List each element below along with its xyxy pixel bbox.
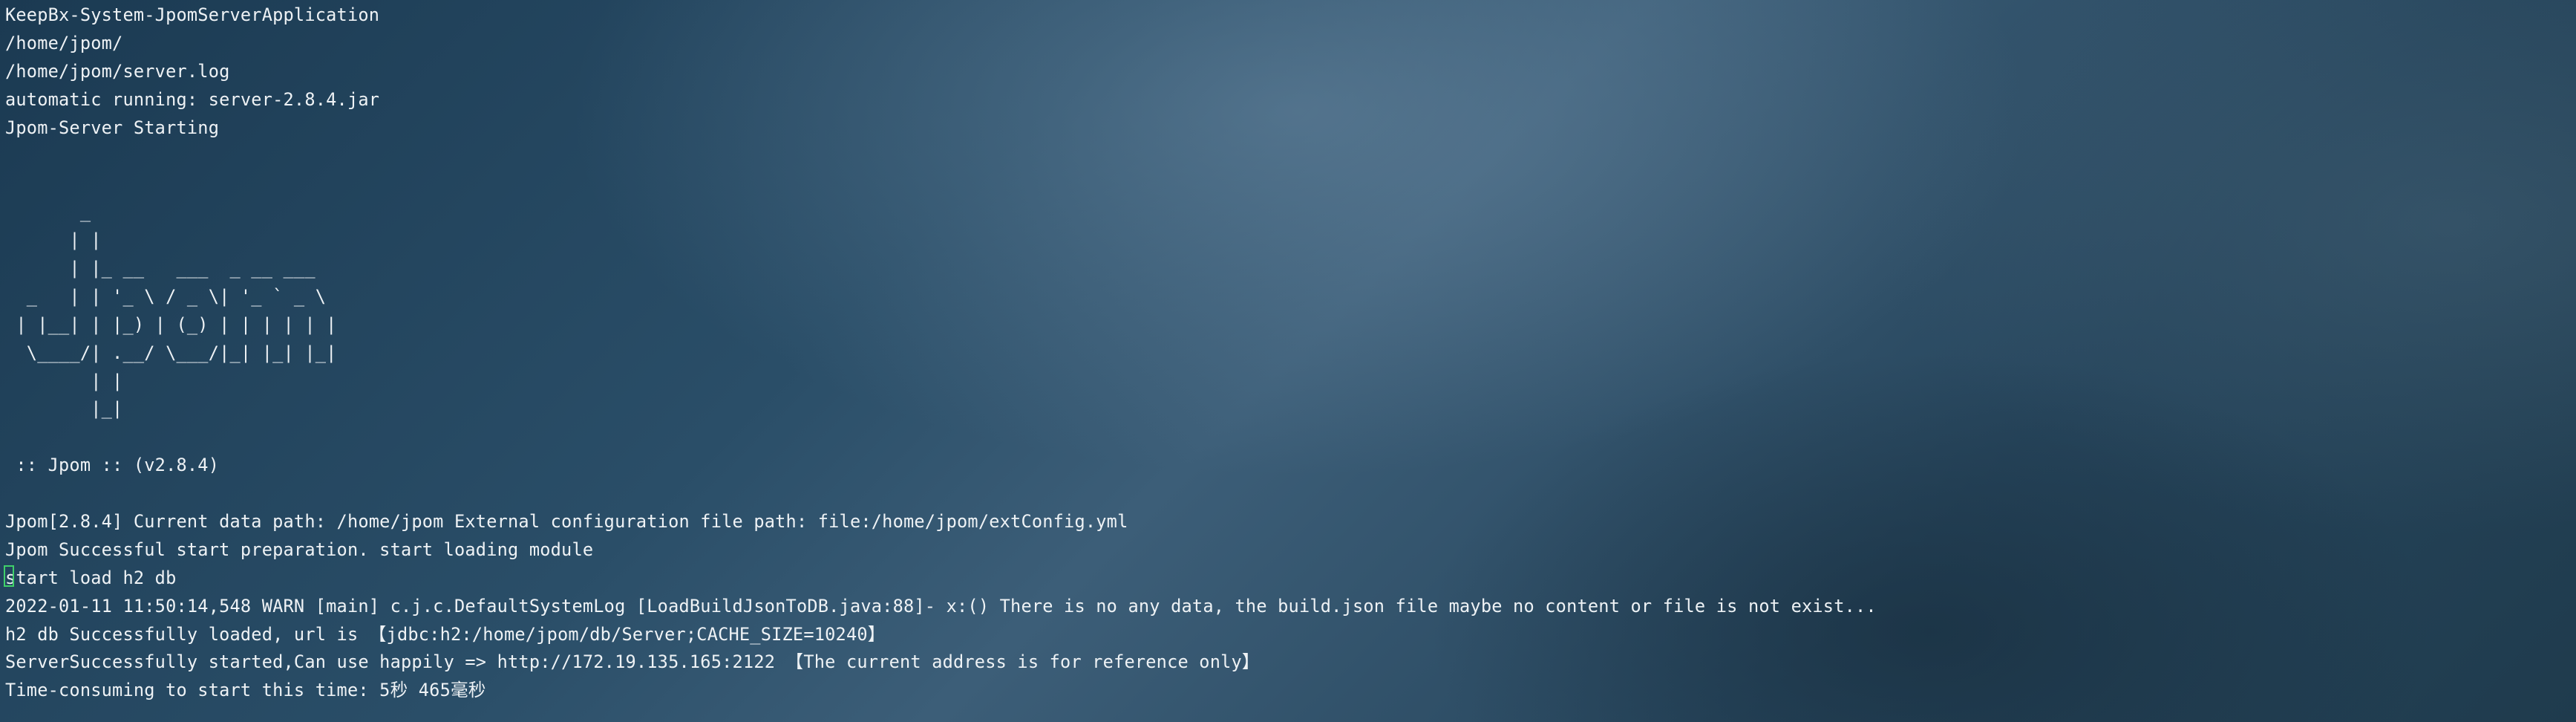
terminal-line: | |_ __ ___ _ __ ___ <box>5 258 316 279</box>
terminal-line: _ | | '_ \ / _ \| '_ ` _ \ <box>5 285 327 307</box>
terminal-line: Jpom Successful start preparation. start… <box>5 539 594 560</box>
terminal-output[interactable]: KeepBx-System-JpomServerApplication/home… <box>0 0 2576 722</box>
terminal-line: | | <box>5 370 123 391</box>
terminal-line: automatic running: server-2.8.4.jar <box>5 88 380 110</box>
terminal-line: | | <box>5 230 102 251</box>
terminal-line: 2022-01-11 11:50:14,548 WARN [main] c.j.… <box>5 595 1877 617</box>
terminal-line: KeepBx-System-JpomServerApplication <box>5 4 380 25</box>
terminal-line: | |__| | |_) | (_) | | | | | | <box>5 313 337 335</box>
terminal-line-text: start load h2 db <box>5 567 177 588</box>
terminal-line: Time-consuming to start this time: 5秒 46… <box>5 680 486 701</box>
terminal-line: :: Jpom :: (v2.8.4) <box>5 455 220 476</box>
terminal-line: Jpom-Server Starting <box>5 117 220 138</box>
terminal-line: h2 db Successfully loaded, url is 【jdbc:… <box>5 623 886 645</box>
terminal-line: Jpom[2.8.4] Current data path: /home/jpo… <box>5 511 1128 533</box>
cursor-box <box>4 565 14 587</box>
terminal-line: _ <box>5 201 91 223</box>
terminal-line: \____/| .__/ \___/|_| |_| |_| <box>5 342 337 363</box>
terminal-line: |_| <box>5 398 123 420</box>
terminal-line: start load h2 db <box>4 565 2576 593</box>
terminal-line: ServerSuccessfully started,Can use happi… <box>5 651 1260 673</box>
terminal-line: /home/jpom/server.log <box>5 60 230 82</box>
terminal-line: /home/jpom/ <box>5 32 123 53</box>
